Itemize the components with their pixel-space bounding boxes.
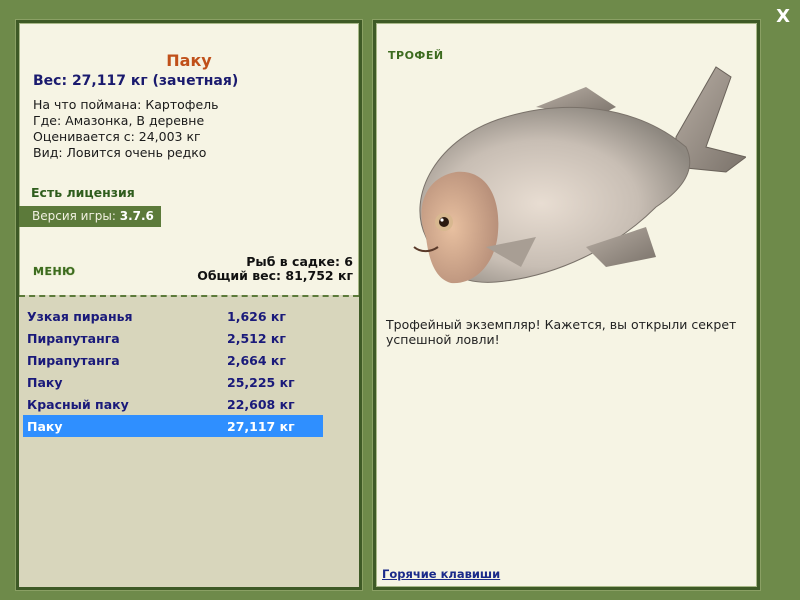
catch-row[interactable]: Паку 25,225 кг [23,371,323,393]
catch-list: Узкая пиранья 1,626 кг Пирапутанга 2,512 кг… [23,305,323,437]
version-label: Версия игры: [32,209,116,223]
catch-fish-weight: 27,117 кг [227,418,295,434]
trophy-message: Трофейный экземпляр! Кажется, вы открыли… [386,317,737,347]
license-status: Есть лицензия [31,185,135,200]
trophy-panel: ТРОФЕЙ Трофейный экземпляр! Кажется, вы … [373,20,760,590]
catch-row[interactable]: Пирапутанга 2,512 кг [23,327,323,349]
hotkeys-link[interactable]: Горячие клавиши [382,567,500,581]
cage-list-area: Узкая пиранья 1,626 кг Пирапутанга 2,512 кг… [19,295,359,587]
fish-details: На что поймана: Картофель Где: Амазонка,… [33,97,219,161]
catch-fish-weight: 22,608 кг [227,396,295,412]
menu-button[interactable]: МЕНЮ [33,265,76,278]
catch-row[interactable]: Пирапутанга 2,664 кг [23,349,323,371]
catch-fish-weight: 2,512 кг [227,330,286,346]
catch-row[interactable]: Узкая пиранья 1,626 кг [23,305,323,327]
rarity-line: Вид: Ловится очень редко [33,145,207,160]
bait-line: На что поймана: Картофель [33,97,219,112]
catch-row[interactable]: Паку 27,117 кг [23,415,323,437]
location-line: Где: Амазонка, В деревне [33,113,205,128]
fish-name: Паку [166,51,212,70]
cage-stats: Рыб в садке: 6 Общий вес: 81,752 кг [197,255,353,283]
catch-fish-weight: 2,664 кг [227,352,286,368]
version-value: 3.7.6 [119,209,154,223]
version-bar: Версия игры: 3.7.6 [19,206,161,227]
fish-count: Рыб в садке: 6 [246,254,353,269]
catch-row[interactable]: Красный паку 22,608 кг [23,393,323,415]
catch-fish-name: Пирапутанга [27,330,120,346]
catch-fish-weight: 25,225 кг [227,374,295,390]
catch-fish-name: Узкая пиранья [27,308,133,324]
fish-weight: Вес: 27,117 кг (зачетная) [33,73,239,89]
total-weight: Общий вес: 81,752 кг [197,268,353,283]
catch-fish-weight: 1,626 кг [227,308,286,324]
catch-fish-name: Паку [27,418,63,434]
fish-info-panel: Паку Вес: 27,117 кг (зачетная) На что по… [16,20,362,590]
catch-fish-name: Пирапутанга [27,352,120,368]
catch-fish-name: Красный паку [27,396,129,412]
valued-line: Оценивается с: 24,003 кг [33,129,201,144]
catch-fish-name: Паку [27,374,63,390]
fish-image [413,66,746,284]
close-button[interactable]: X [776,6,790,27]
